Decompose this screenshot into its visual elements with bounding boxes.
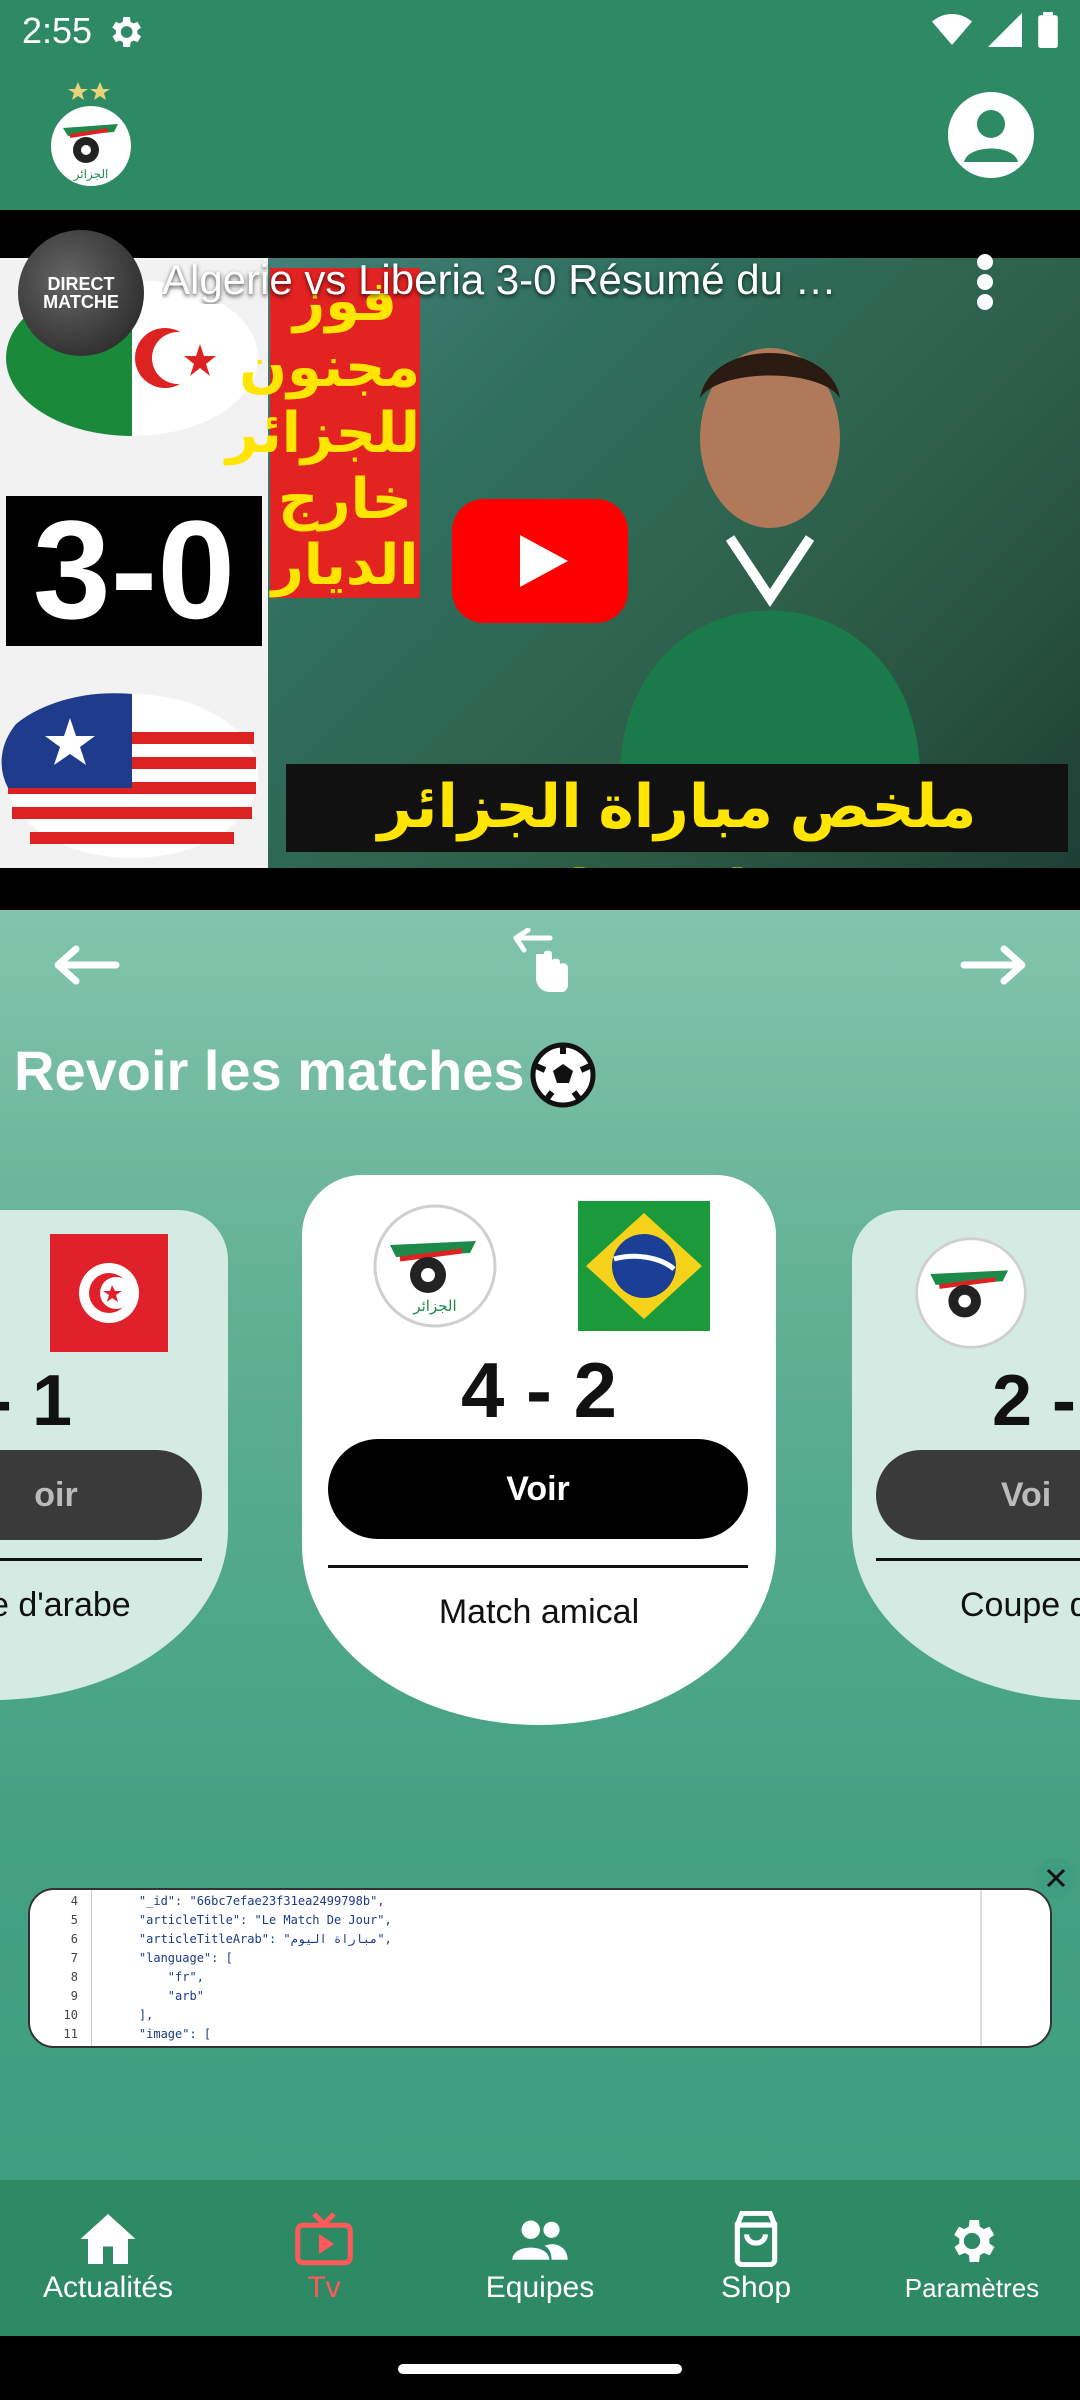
svg-text:الجزائر: الجزائر — [73, 167, 109, 182]
nav-label: Tv — [307, 2271, 341, 2304]
soccer-ball-icon — [530, 1042, 596, 1108]
bag-icon — [734, 2211, 778, 2267]
code-line-number: 10 — [63, 2008, 78, 2022]
arrow-left-icon[interactable] — [50, 940, 120, 990]
match-card-right[interactable]: 2 - Voi Coupe d — [852, 1210, 1080, 1700]
nav-label: Actualités — [42, 2271, 174, 2304]
code-line-text: "_id": "66bc7efae23f31ea2499798b", — [110, 1894, 385, 1908]
code-line-number: 11 — [63, 2027, 78, 2041]
card-divider — [876, 1558, 1080, 1561]
section-title: Revoir les matches — [14, 1039, 525, 1102]
nav-item-shop[interactable]: Shop — [648, 2180, 864, 2336]
close-banner-button[interactable] — [1036, 1858, 1076, 1898]
competition-label: Match amical — [438, 1593, 640, 1631]
tunisia-flag-icon — [50, 1234, 168, 1352]
gear-icon — [954, 2219, 995, 2262]
competition-label: Coupe d — [960, 1586, 1080, 1624]
nav-label: Equipes — [485, 2271, 595, 2304]
code-line-number: 6 — [70, 1932, 78, 1946]
home-gesture-bar[interactable] — [398, 2364, 682, 2374]
match-score: - 1 — [0, 1361, 73, 1441]
algeria-team-logo: الجزائر — [373, 1204, 497, 1328]
code-line-text: "language": [ — [110, 1951, 233, 1965]
code-line-text: "articleTitleArab": "مباراة اليوم", — [110, 1932, 392, 1946]
brazil-flag-icon — [578, 1201, 710, 1331]
video-player[interactable]: 3-0 فوز مجنون للجزائر خارج الديار ملخص م… — [0, 210, 1080, 910]
channel-label: DIRECT MATCHE — [43, 274, 119, 312]
match-card-center[interactable]: الجزائر 4 - 2 Voir Match amical — [302, 1175, 776, 1725]
card-divider — [0, 1558, 202, 1561]
nav-item-parametres[interactable]: Paramètres — [864, 2180, 1080, 2336]
status-time: 2:55 — [22, 10, 93, 51]
home-team-name: الجزائر — [412, 1297, 456, 1315]
watch-button[interactable]: oir — [0, 1450, 202, 1540]
nav-item-equipes[interactable]: Equipes — [432, 2180, 648, 2336]
code-line-text: "fr", — [110, 1970, 204, 1984]
channel-avatar[interactable]: DIRECT MATCHE — [18, 230, 144, 356]
tv-icon — [295, 2212, 353, 2266]
code-line-text: "articleTitle": "Le Match De Jour", — [110, 1913, 392, 1927]
code-line-text: ], — [110, 2008, 154, 2022]
nav-item-actualites[interactable]: Actualités — [0, 2180, 216, 2336]
bottom-navigation: Actualités Tv Equipes Shop Paramètres — [0, 2180, 1080, 2336]
settings-status-icon — [112, 17, 141, 47]
code-line-number: 4 — [70, 1894, 78, 1908]
arabic-headline: فوز مجنون للجزائر خارج الديار — [225, 268, 420, 598]
signal-icon — [988, 13, 1022, 47]
battery-icon — [1038, 12, 1058, 48]
home-icon — [80, 2214, 136, 2264]
score-badge: 3-0 — [33, 491, 235, 648]
match-card-left[interactable]: - 1 oir e d'arabe — [0, 1210, 228, 1700]
match-score: 2 - — [992, 1361, 1077, 1441]
app-header: 2:55 الجزائر — [0, 0, 1080, 210]
swipe-hand-icon — [513, 928, 568, 992]
competition-label: e d'arabe — [0, 1586, 131, 1624]
more-options-icon[interactable] — [970, 252, 1000, 312]
code-line-text: "arb" — [110, 1989, 204, 2003]
code-line-number: 7 — [70, 1951, 78, 1965]
status-icons — [932, 12, 1058, 48]
arabic-caption: ملخص مباراة الجزائر وليبيريا — [286, 764, 1068, 868]
code-line-number: 9 — [70, 1989, 78, 2003]
match-score: 4 - 2 — [460, 1346, 618, 1434]
profile-button[interactable] — [948, 92, 1034, 178]
code-scroll-divider — [980, 1890, 982, 2046]
code-line-number: 8 — [70, 1970, 78, 1984]
federation-logo[interactable]: الجزائر — [48, 80, 134, 190]
nav-label: Paramètres — [904, 2272, 1040, 2303]
play-button-icon[interactable] — [452, 499, 628, 623]
algeria-team-logo — [915, 1237, 1027, 1349]
flags-column: 3-0 — [0, 258, 268, 868]
code-banner[interactable]: 4 "_id": "66bc7efae23f31ea2499798b", 5 "a… — [28, 1888, 1052, 2048]
people-icon — [512, 2220, 568, 2260]
video-title[interactable]: Algerie vs Liberia 3-0 Résumé du … — [162, 256, 902, 304]
arrow-right-icon[interactable] — [960, 940, 1030, 990]
player-image — [620, 348, 920, 768]
watch-button[interactable]: Voir — [328, 1439, 748, 1539]
close-icon — [1046, 1868, 1066, 1888]
code-line-text: "image": [ — [110, 2027, 212, 2041]
wifi-icon — [932, 14, 972, 45]
nav-item-tv[interactable]: Tv — [216, 2180, 432, 2336]
watch-button[interactable]: Voi — [876, 1450, 1080, 1540]
nav-label: Shop — [720, 2271, 792, 2304]
code-line-number: 5 — [70, 1913, 78, 1927]
account-icon — [948, 92, 1034, 178]
card-divider — [328, 1565, 748, 1568]
